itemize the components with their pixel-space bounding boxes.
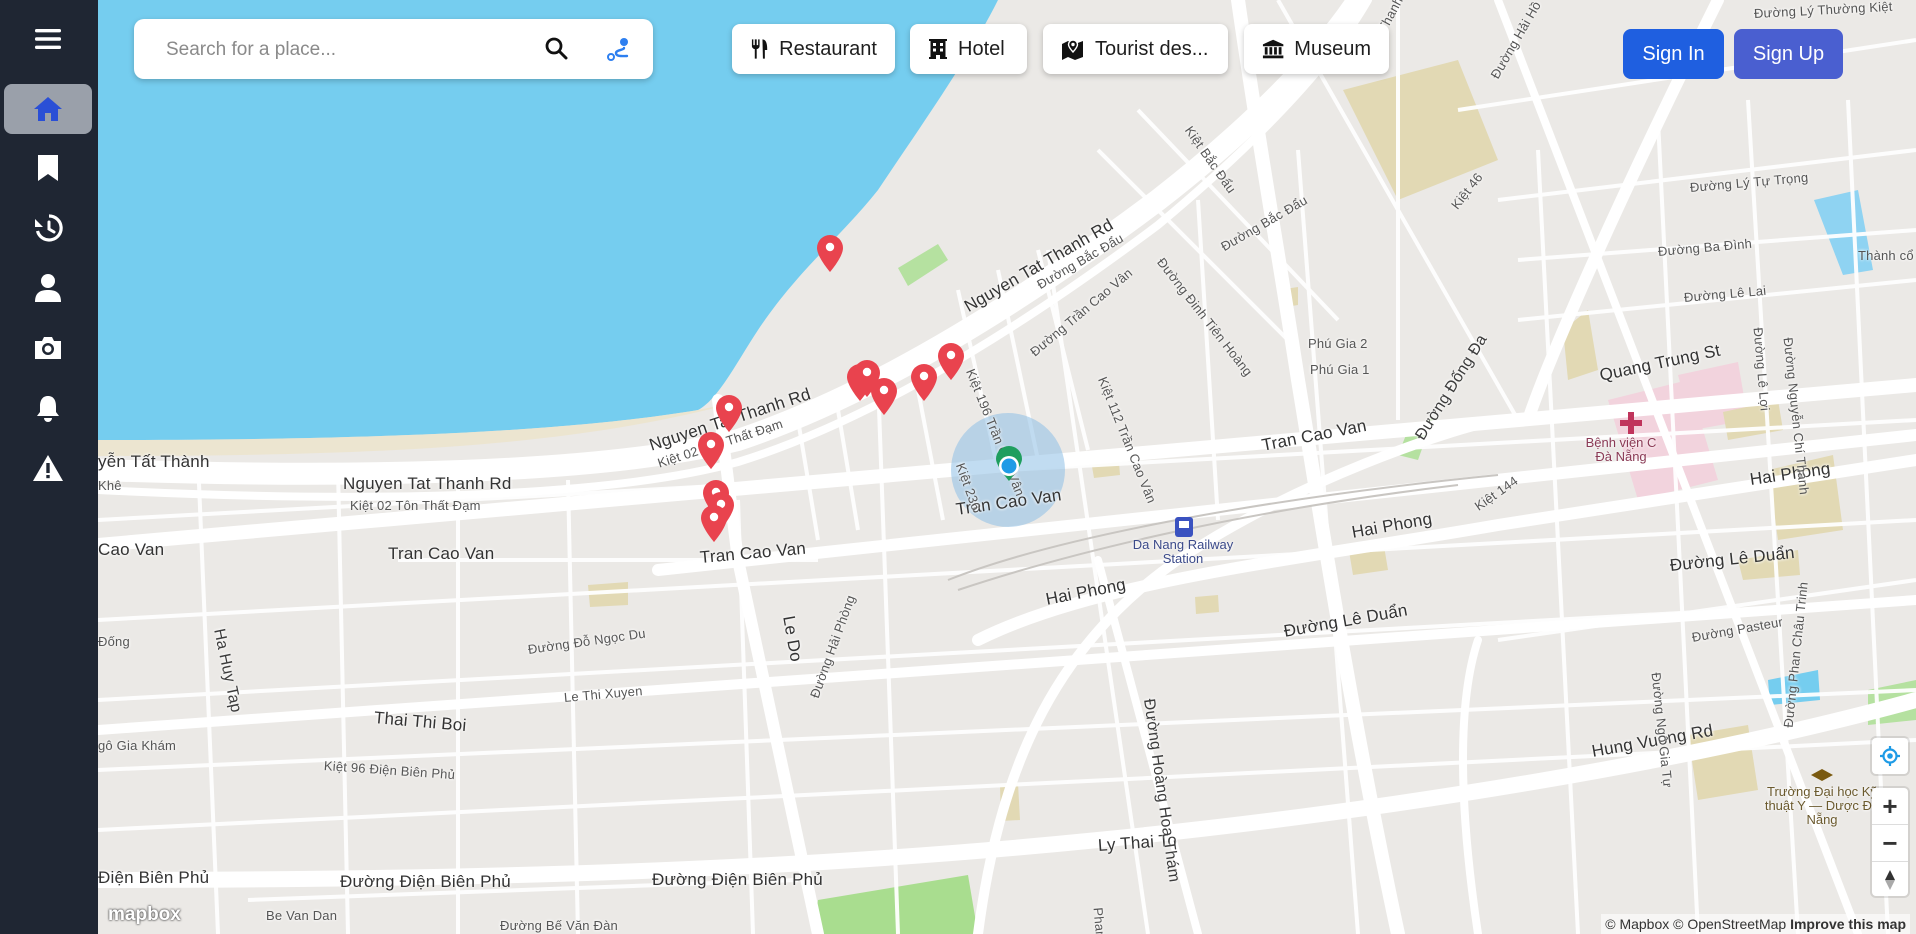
road-label: yễn Tất Thành — [98, 452, 210, 471]
road-label: Đường Điện Biên Phủ — [652, 870, 823, 889]
road-label: Phú Gia 1 — [1310, 362, 1370, 377]
bookmark-icon — [38, 155, 58, 181]
road-label: Kiệt 02 Tôn Thất Đạm — [350, 498, 481, 513]
menu-icon — [35, 29, 61, 49]
road-label: Đống — [98, 634, 130, 649]
category-label: Tourist des... — [1095, 37, 1209, 60]
mapbox-attribution-link[interactable]: © Mapbox — [1605, 916, 1669, 932]
category-label: Restaurant — [779, 37, 877, 60]
mapbox-logo[interactable]: mapbox — [108, 904, 181, 926]
category-chip-restaurant[interactable]: Restaurant — [732, 24, 895, 74]
place-pin[interactable] — [816, 235, 844, 273]
search-input[interactable] — [164, 33, 548, 67]
improve-map-link[interactable]: Improve this map — [1790, 916, 1906, 932]
road-label: Cao Van — [98, 540, 165, 559]
place-pin[interactable] — [937, 343, 965, 381]
user-icon — [35, 274, 61, 302]
museum-icon — [1262, 39, 1284, 59]
road-label: Phú Gia 2 — [1308, 336, 1368, 351]
place-pin[interactable] — [853, 360, 881, 398]
sidebar — [0, 0, 98, 934]
map-attribution: © Mapbox © OpenStreetMap Improve this ma… — [1601, 914, 1910, 934]
home-icon — [34, 97, 62, 121]
road-label: gô Gia Khám — [98, 738, 177, 753]
history-icon — [35, 214, 63, 242]
compass-button[interactable] — [1872, 861, 1908, 898]
sidebar-item-report[interactable] — [4, 443, 92, 493]
sign-up-button[interactable]: Sign Up — [1734, 29, 1843, 79]
search-icon[interactable] — [544, 36, 568, 65]
map-icon — [1062, 39, 1083, 60]
road-label: Khê — [98, 478, 122, 493]
road-label: Nguyen Tat Thanh Rd — [343, 474, 512, 493]
sidebar-item-notifications[interactable] — [4, 383, 92, 433]
geolocate-button[interactable] — [1872, 738, 1908, 774]
school-label: Trường Đại học Kỹ thuật Y — Dược Đà Nẵng — [1764, 784, 1880, 827]
restaurant-icon — [751, 39, 768, 59]
zoom-out-button[interactable]: − — [1872, 824, 1908, 861]
camera-icon — [35, 337, 61, 359]
sidebar-item-history[interactable] — [4, 203, 92, 253]
sidebar-item-bookmarks[interactable] — [4, 143, 92, 193]
road-label: Điện Biên Phủ — [98, 868, 210, 887]
hotel-icon — [929, 39, 947, 59]
directions-icon[interactable] — [605, 36, 631, 67]
geolocate-control[interactable] — [1872, 738, 1908, 774]
place-pin[interactable] — [910, 364, 938, 402]
sidebar-item-profile[interactable] — [4, 263, 92, 313]
category-label: Hotel — [958, 37, 1005, 60]
road-label: Đường Điện Biên Phủ — [340, 872, 511, 891]
hospital-label: Bệnh viện C Đà Nẵng — [1585, 435, 1657, 464]
category-chip-museum[interactable]: Museum — [1244, 24, 1389, 74]
sign-in-button[interactable]: Sign In — [1623, 29, 1724, 79]
current-location-marker — [996, 446, 1022, 481]
road-label: Be Van Dan — [266, 908, 338, 923]
search-box — [134, 19, 653, 79]
category-label: Museum — [1294, 37, 1371, 60]
map-canvas[interactable]: Nguyen Tat Thanh Rd Nguyen Tat Thanh Rd … — [98, 0, 1916, 934]
bell-icon — [37, 396, 59, 422]
railway-station-label: Da Nang Railway Station — [1132, 537, 1234, 566]
road-label: Đường Bế Văn Đàn — [500, 918, 618, 933]
osm-attribution-link[interactable]: © OpenStreetMap — [1673, 916, 1786, 932]
compass-icon — [1885, 870, 1895, 890]
road-label: Thành cổ — [1858, 248, 1914, 263]
zoom-in-button[interactable]: + — [1872, 788, 1908, 824]
road-label: Tran Cao Van — [388, 544, 495, 563]
place-pin[interactable] — [700, 505, 728, 543]
sidebar-item-home[interactable] — [4, 84, 92, 134]
sidebar-item-camera[interactable] — [4, 323, 92, 373]
category-chip-hotel[interactable]: Hotel — [910, 24, 1027, 74]
warning-icon — [33, 455, 63, 481]
geolocate-icon — [1880, 746, 1900, 766]
category-chip-tourist-destination[interactable]: Tourist des... — [1043, 24, 1228, 74]
place-pin[interactable] — [697, 432, 725, 470]
place-pin[interactable] — [715, 395, 743, 433]
menu-button[interactable] — [4, 14, 92, 64]
zoom-control: + − — [1872, 788, 1908, 896]
